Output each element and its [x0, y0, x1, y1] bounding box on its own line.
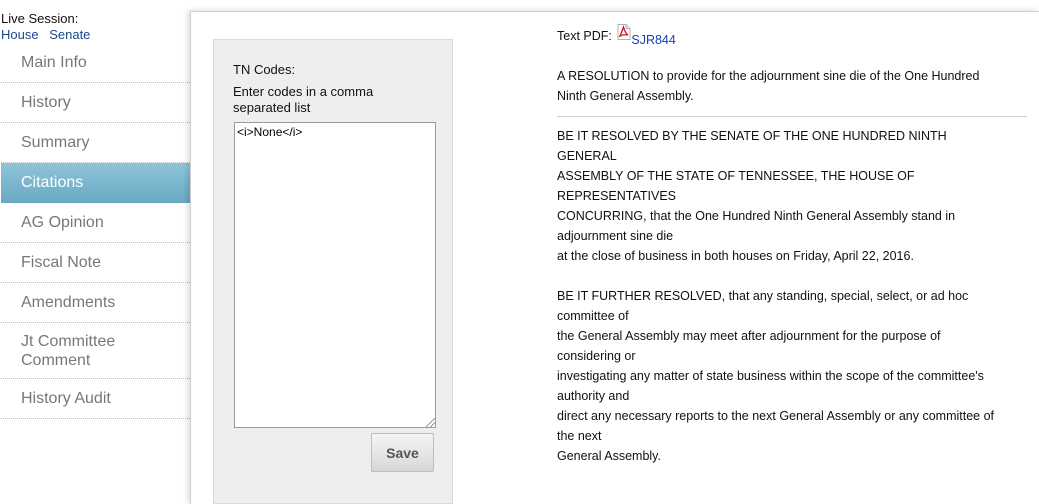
resolution-text: BE IT RESOLVED BY THE SENATE OF THE ONE … — [557, 126, 1037, 466]
sidebar-item-citations[interactable]: Citations — [1, 163, 190, 203]
tn-codes-input[interactable] — [234, 122, 436, 428]
live-session: Live Session: House Senate — [1, 11, 97, 42]
sidebar-item-fiscal-note[interactable]: Fiscal Note — [1, 243, 190, 283]
main-panel: TN Codes: Enter codes in a comma separat… — [190, 11, 1039, 504]
text-line: ASSEMBLY OF THE STATE OF TENNESSEE, THE … — [557, 169, 915, 183]
sidebar-item-history-audit[interactable]: History Audit — [1, 379, 190, 419]
sidebar-item-main-info[interactable]: Main Info — [1, 43, 190, 83]
live-session-links: House Senate — [1, 27, 97, 42]
text-line: the General Assembly may meet after adjo… — [557, 329, 941, 343]
text-line: authority and — [557, 389, 630, 403]
text-line: GENERAL — [557, 149, 617, 163]
sidebar-item-amendments[interactable]: Amendments — [1, 283, 190, 323]
sidebar-nav: Main Info History Summary Citations AG O… — [1, 43, 191, 419]
text-line: direct any necessary reports to the next… — [557, 409, 995, 423]
pdf-link[interactable]: SJR844 — [615, 24, 676, 47]
sidebar-item-jt-committee-comment[interactable]: Jt Committee Comment — [1, 323, 190, 379]
text-line: the next — [557, 429, 602, 443]
sidebar-item-history[interactable]: History — [1, 83, 190, 123]
bill-summary: A RESOLUTION to provide for the adjournm… — [557, 66, 1027, 106]
house-link[interactable]: House — [1, 27, 39, 42]
resize-grip-icon[interactable] — [426, 418, 435, 427]
pdf-link-text: SJR844 — [631, 33, 676, 47]
text-line: considering or — [557, 349, 636, 363]
text-line: adjournment sine die — [557, 229, 674, 243]
sidebar-item-label: Jt Committee Comment — [21, 332, 116, 369]
text-line: BE IT RESOLVED BY THE SENATE OF THE ONE … — [557, 129, 947, 143]
divider — [557, 116, 1027, 117]
summary-line: A RESOLUTION to provide for the adjournm… — [557, 69, 980, 83]
text-line: committee of — [557, 309, 629, 323]
text-line: REPRESENTATIVES — [557, 189, 677, 203]
tn-codes-box: TN Codes: Enter codes in a comma separat… — [213, 39, 453, 504]
tn-codes-title: TN Codes: — [233, 62, 296, 77]
pdf-label: Text PDF: — [557, 29, 612, 43]
text-line: BE IT FURTHER RESOLVED, that any standin… — [557, 289, 969, 303]
pdf-line: Text PDF: SJR844 — [557, 24, 676, 47]
sidebar-item-summary[interactable]: Summary — [1, 123, 190, 163]
text-line: CONCURRING, that the One Hundred Ninth G… — [557, 209, 956, 223]
senate-link[interactable]: Senate — [49, 27, 90, 42]
tn-codes-instructions: Enter codes in a comma separated list — [233, 84, 374, 115]
text-line: General Assembly. — [557, 449, 661, 463]
text-line — [557, 266, 1037, 286]
save-button[interactable]: Save — [371, 433, 434, 472]
pdf-file-icon — [617, 24, 631, 40]
sidebar-item-ag-opinion[interactable]: AG Opinion — [1, 203, 190, 243]
text-line: at the close of business in both houses … — [557, 249, 914, 263]
live-session-label: Live Session: — [1, 11, 79, 26]
text-line: investigating any matter of state busine… — [557, 369, 984, 383]
summary-line: Ninth General Assembly. — [557, 89, 694, 103]
